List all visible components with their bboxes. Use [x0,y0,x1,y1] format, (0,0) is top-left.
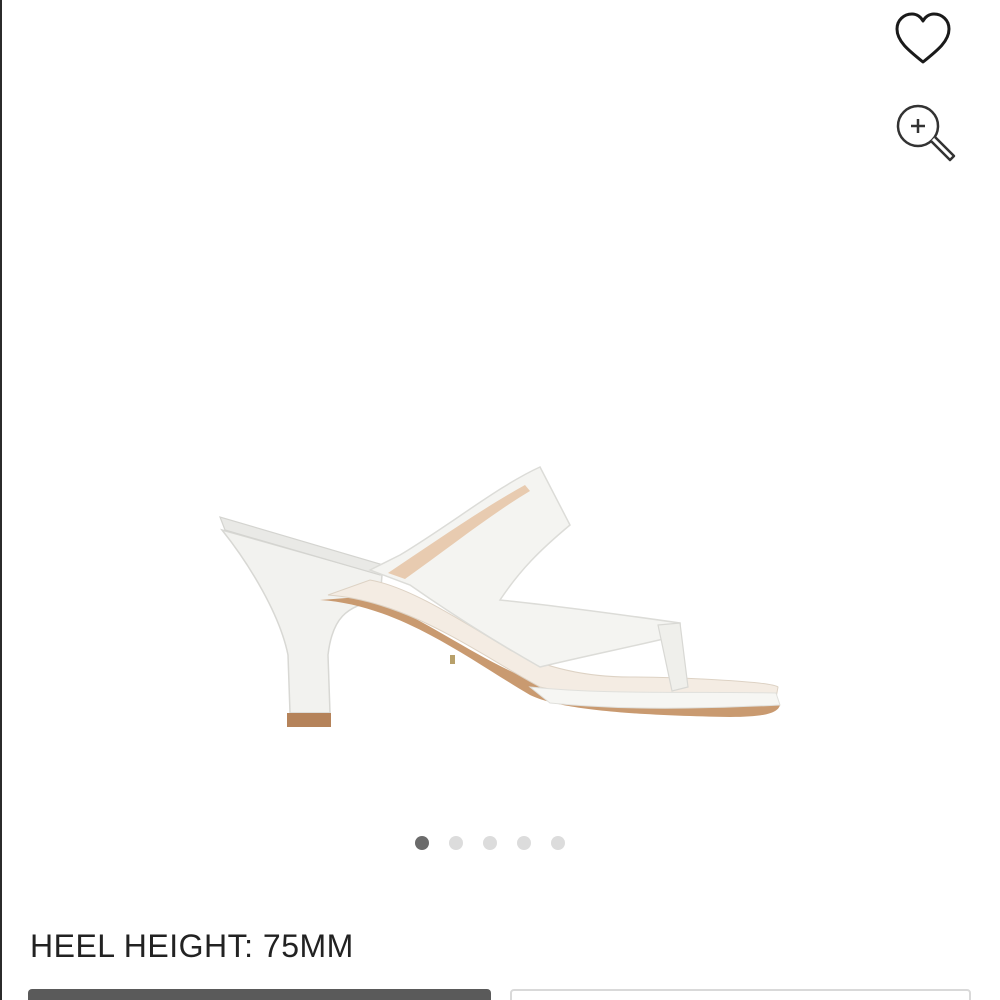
carousel-pagination [415,835,565,851]
carousel-dot[interactable] [415,836,429,850]
carousel-dot[interactable] [483,836,497,850]
sandal-illustration [219,466,781,727]
add-to-bag-button[interactable] [28,989,491,1000]
product-page: HEEL HEIGHT: 75MM [0,0,1000,1000]
product-image[interactable] [210,455,790,740]
zoom-button[interactable] [892,100,958,166]
carousel-dot[interactable] [551,836,565,850]
heel-height-label: HEEL HEIGHT: 75MM [30,928,354,964]
left-edge-divider [0,0,2,1000]
secondary-action-button[interactable] [510,989,971,1000]
favorite-button[interactable] [892,8,954,68]
carousel-dot[interactable] [517,836,531,850]
carousel-dot[interactable] [449,836,463,850]
zoom-in-magnifier-icon [896,104,956,162]
heart-outline-icon [895,12,951,64]
